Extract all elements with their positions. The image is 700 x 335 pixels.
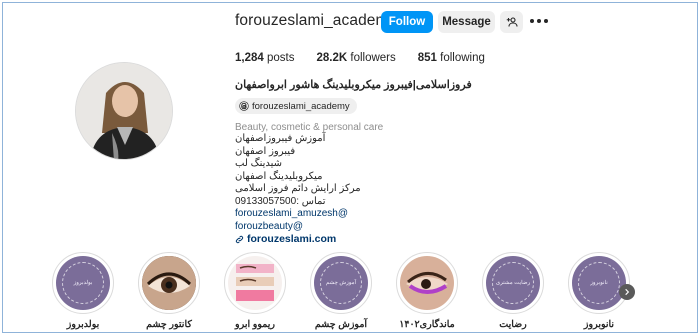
- suggest-user-button[interactable]: [500, 11, 523, 33]
- highlight-item[interactable]: بولدبروز بولدبروز: [48, 252, 118, 330]
- highlight-item[interactable]: رضایت مشتری رضایت: [478, 252, 548, 330]
- profile-category: Beauty, cosmetic & personal care: [235, 122, 384, 133]
- posts-count[interactable]: 1,284 posts: [235, 52, 294, 64]
- bio-line: مرکز ارایش دائم فروز اسلامی: [235, 183, 361, 194]
- profile-stats: 1,284 posts 28.2K followers 851 followin…: [235, 52, 507, 64]
- profile-bio: فروزاسلامی|فیبروز میکروبلیدینگ هاشور ابر…: [235, 78, 475, 246]
- avatar-photo: [76, 63, 172, 159]
- profile-avatar[interactable]: [75, 62, 173, 160]
- highlight-item[interactable]: آموزش چشم آموزش چشم: [306, 252, 376, 330]
- message-button[interactable]: Message: [438, 11, 495, 33]
- bio-line: میکروبلیدینگ اصفهان: [235, 170, 323, 182]
- profile-username: forouzeslami_academy: [235, 12, 397, 29]
- chevron-right-icon: [625, 288, 630, 296]
- following-count[interactable]: 851 following: [418, 52, 485, 64]
- highlight-label: آموزش چشم: [314, 319, 368, 330]
- highlight-label: ریموو ابرو: [235, 319, 275, 330]
- more-options-icon[interactable]: [530, 14, 548, 28]
- bio-line: آموزش فیبروزاصفهان: [235, 133, 326, 144]
- mention-link[interactable]: forouzbeauty@: [235, 221, 475, 234]
- highlight-label: کانتور چشم: [146, 319, 192, 330]
- suggest-user-icon: [506, 17, 518, 27]
- highlight-label: نانوبروز: [583, 319, 615, 330]
- story-highlights: بولدبروز بولدبروز کانتور چشم ریموو ابرو …: [48, 252, 648, 332]
- profile-full-name: فروزاسلامی|فیبروز میکروبلیدینگ هاشور ابر…: [235, 79, 472, 91]
- threads-badge[interactable]: forouzeslami_academy: [235, 98, 357, 114]
- link-icon: [235, 235, 244, 244]
- threads-icon: [239, 101, 249, 111]
- highlights-next-button[interactable]: [619, 284, 635, 300]
- highlight-label: ماندگاری۱۴۰۲: [399, 319, 455, 330]
- threads-handle: forouzeslami_academy: [252, 100, 350, 112]
- bio-line: تماس :09133057500: [235, 195, 326, 207]
- bio-line: شیدینگ لب: [235, 158, 283, 169]
- highlight-label: رضایت: [499, 319, 527, 330]
- followers-count[interactable]: 28.2K followers: [316, 52, 395, 64]
- follow-button[interactable]: Follow: [381, 11, 433, 33]
- highlight-item[interactable]: ریموو ابرو: [220, 252, 290, 330]
- bio-line: فیبروز اصفهان: [235, 145, 296, 157]
- mention-link[interactable]: forouzeslami_amuzesh@: [235, 208, 475, 221]
- highlight-item[interactable]: ماندگاری۱۴۰۲: [392, 252, 462, 330]
- highlight-item[interactable]: کانتور چشم: [134, 252, 204, 330]
- website-link[interactable]: forouzeslami.com: [235, 233, 475, 246]
- highlight-label: بولدبروز: [66, 319, 100, 330]
